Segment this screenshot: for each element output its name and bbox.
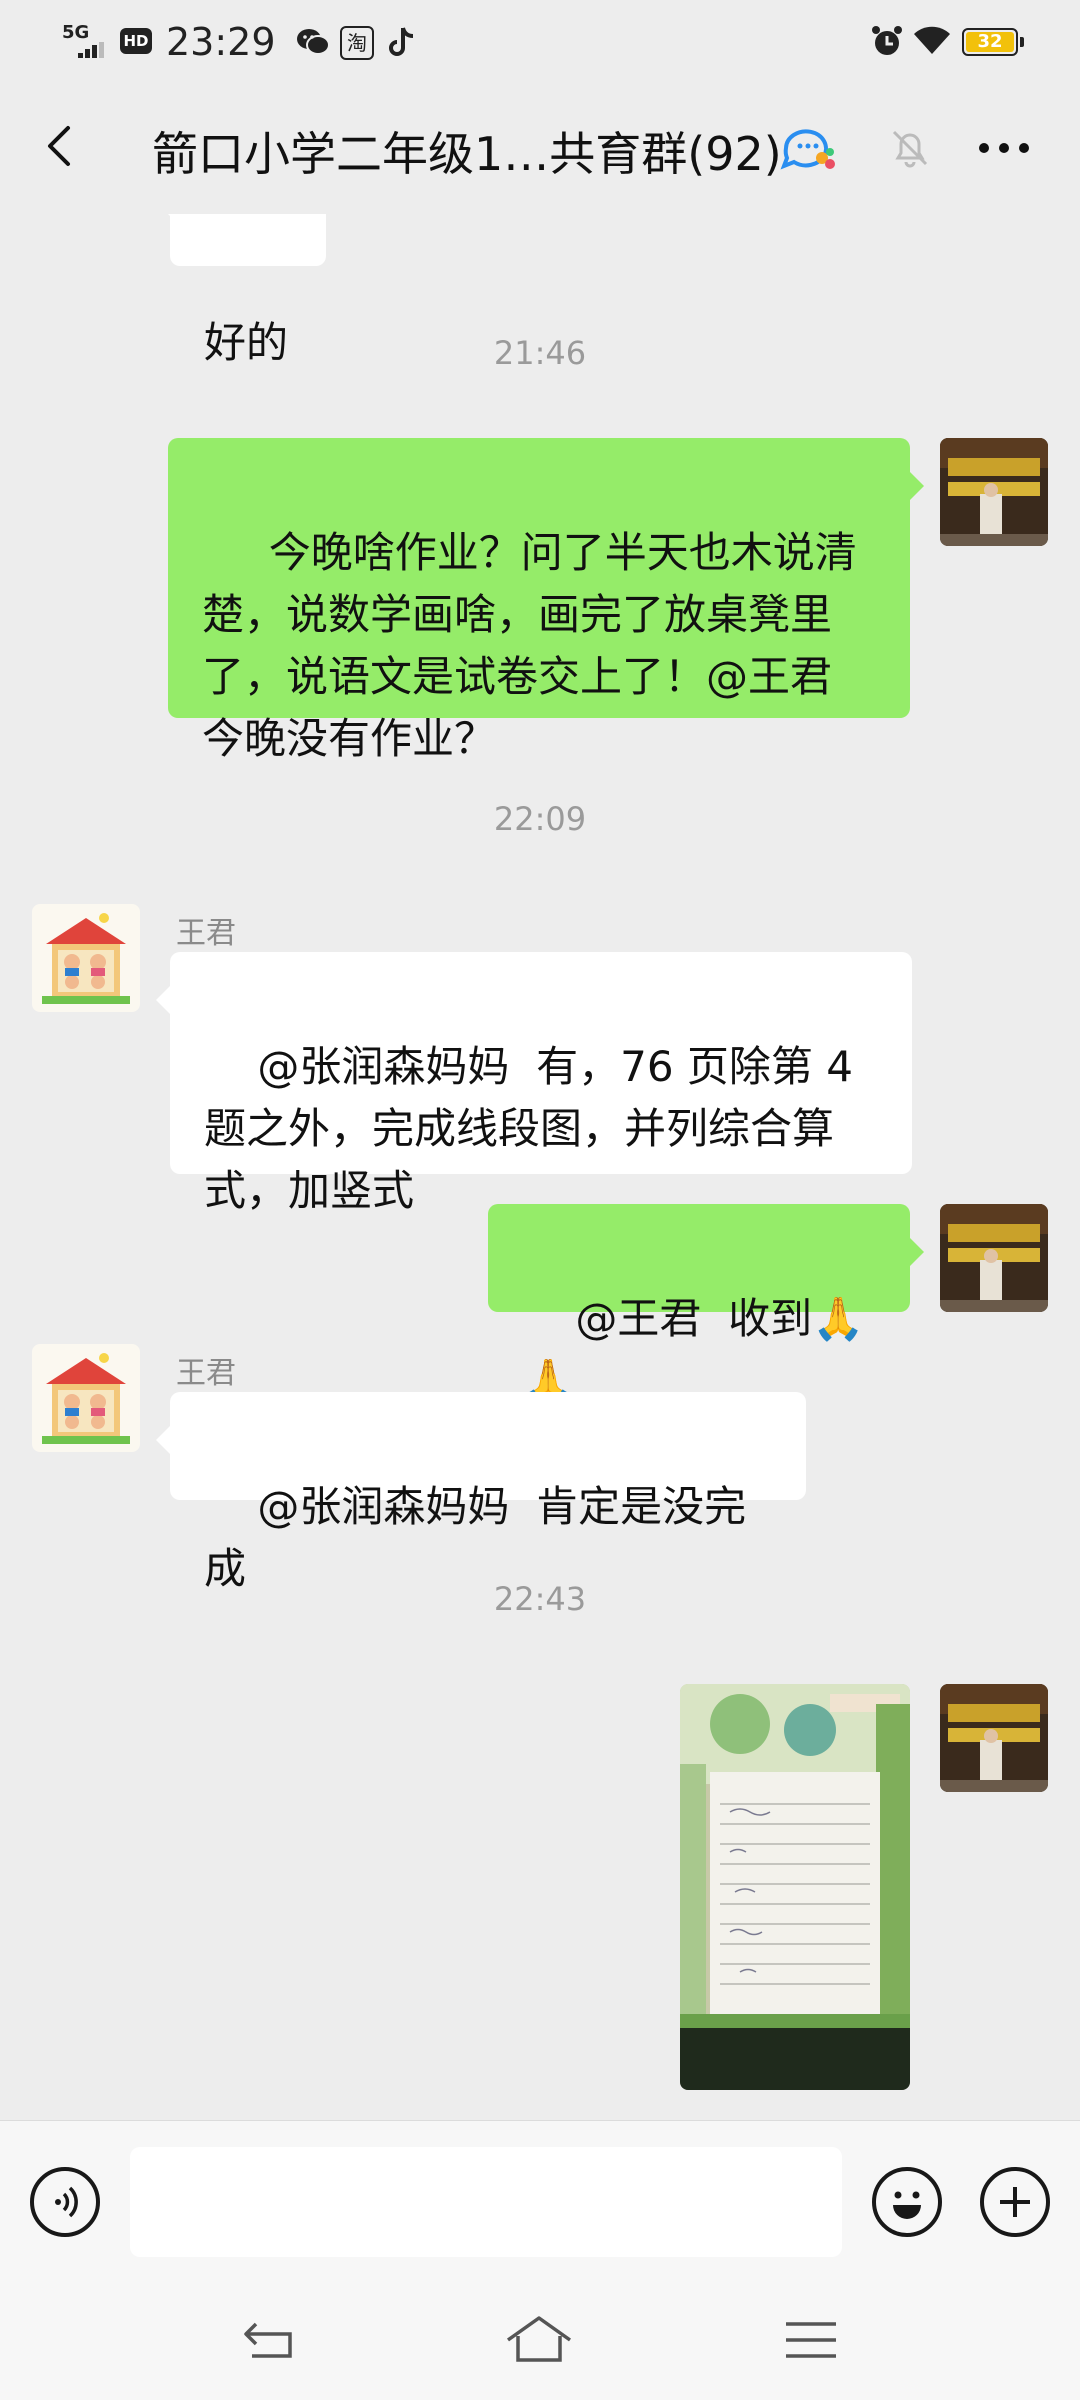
- taobao-icon: 淘: [340, 26, 374, 60]
- mute-bell-icon: [888, 126, 932, 170]
- message-timestamp: 21:46: [493, 334, 587, 372]
- message-timestamp: 22:09: [493, 800, 587, 838]
- alarm-icon: [870, 24, 904, 62]
- status-time: 23:29: [166, 20, 276, 64]
- message-text: 今晚啥作业？问了半天也木说清楚，说数学画啥，画完了放桌凳里了，说语文是试卷交上了…: [202, 528, 859, 763]
- input-bar: [0, 2120, 1080, 2281]
- message-text: @张润森妈妈 有，76 页除第 4 题之外，完成线段图，并列综合算式，加竖式: [204, 1042, 867, 1215]
- sender-avatar[interactable]: [32, 904, 140, 1012]
- back-icon[interactable]: [38, 124, 82, 168]
- message-bubble-incoming[interactable]: @张润森妈妈 肯定是没完成: [156, 1392, 806, 1593]
- message-bubble-incoming[interactable]: @张润森妈妈 有，76 页除第 4 题之外，完成线段图，并列综合算式，加竖式: [156, 952, 912, 1215]
- battery-level: 32: [966, 32, 1014, 52]
- more-options-icon[interactable]: [974, 126, 1034, 170]
- image-message[interactable]: [680, 1684, 910, 2090]
- sender-avatar[interactable]: [32, 1344, 140, 1452]
- network-type: 5G: [62, 22, 90, 43]
- status-bar: 5G HD 23:29 淘 32: [0, 0, 1080, 84]
- chat-header: 箭口小学二年级1…共育群(92): [0, 84, 1080, 214]
- hd-icon: HD: [120, 28, 152, 54]
- chat-message-list[interactable]: 好的 21:46 今晚啥作业？问了半天也木说清楚，说数学画啥，画完了放桌凳里了，…: [0, 214, 1080, 2120]
- system-nav-bar: [0, 2280, 1080, 2400]
- emoji-icon[interactable]: [872, 2167, 942, 2237]
- wechat-icon: [296, 26, 330, 58]
- signal-icon: [78, 42, 106, 58]
- nav-back-icon[interactable]: [236, 2310, 306, 2370]
- battery-icon: 32: [962, 28, 1024, 56]
- wifi-icon: [912, 24, 952, 62]
- sender-name: 王君: [176, 1356, 236, 1391]
- my-avatar[interactable]: [940, 1204, 1048, 1312]
- message-bubble-partial[interactable]: 好的: [156, 214, 326, 367]
- voice-input-icon[interactable]: [30, 2167, 100, 2237]
- chat-title[interactable]: 箭口小学二年级1…共育群(92): [152, 118, 782, 184]
- message-bubble-outgoing[interactable]: @王君 收到🙏🙏: [488, 1204, 924, 1405]
- nav-menu-icon[interactable]: [776, 2310, 846, 2370]
- sender-name: 王君: [176, 916, 236, 951]
- group-chat-icon[interactable]: [778, 124, 838, 172]
- my-avatar[interactable]: [940, 1684, 1048, 1792]
- message-text: @张润森妈妈 肯定是没完成: [204, 1482, 747, 1593]
- message-bubble-outgoing[interactable]: 今晚啥作业？问了半天也木说清楚，说数学画啥，画完了放桌凳里了，说语文是试卷交上了…: [168, 438, 924, 763]
- my-avatar[interactable]: [940, 438, 1048, 546]
- message-timestamp: 22:43: [493, 1580, 587, 1618]
- message-input[interactable]: [130, 2147, 842, 2257]
- tiktok-icon: [386, 26, 418, 58]
- nav-home-icon[interactable]: [504, 2310, 574, 2370]
- add-more-icon[interactable]: [980, 2167, 1050, 2237]
- message-text: @王君 收到🙏🙏: [522, 1294, 865, 1405]
